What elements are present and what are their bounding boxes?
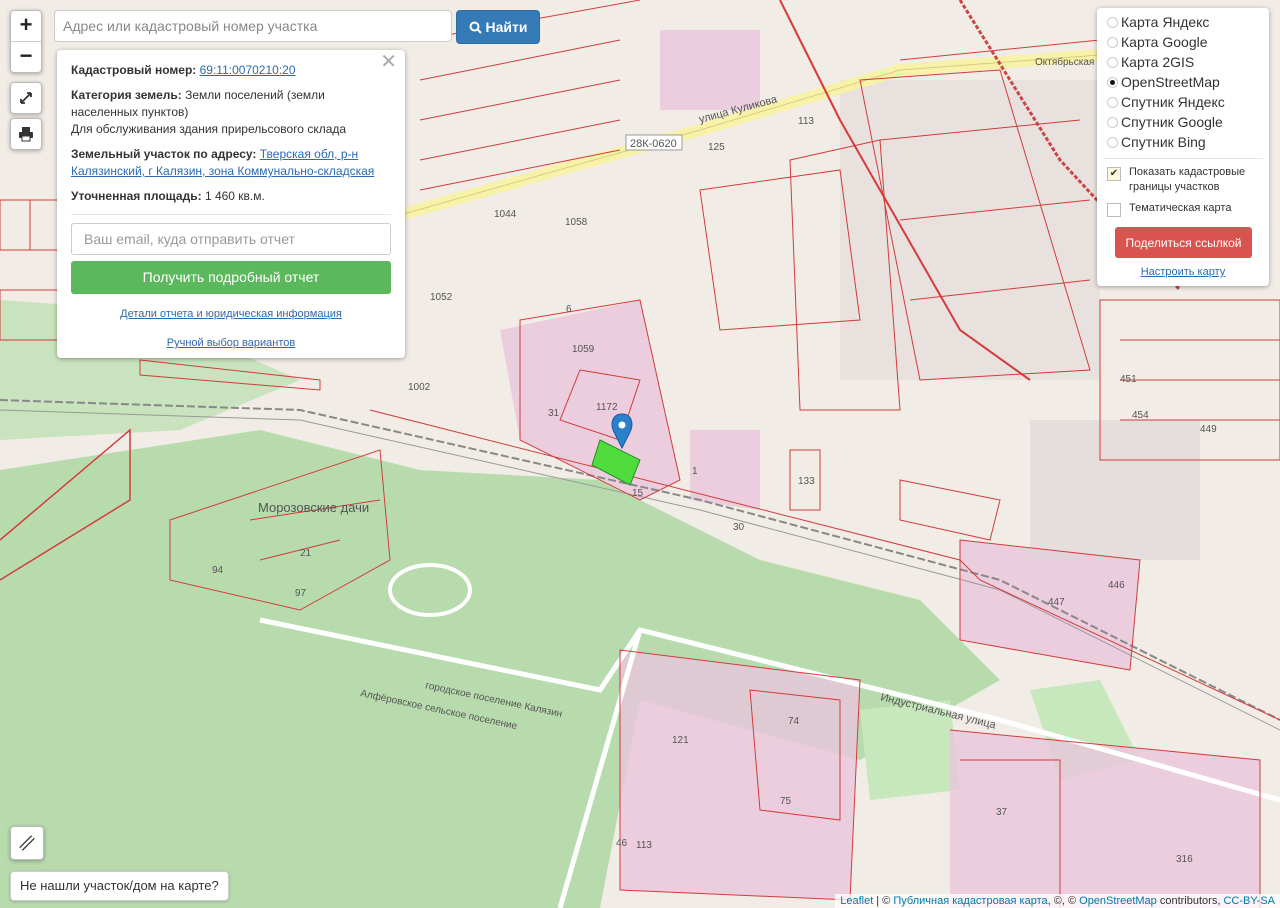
layer-option-yandex-sat[interactable]: Спутник Яндекс bbox=[1097, 92, 1269, 112]
layer-label: Спутник Яндекс bbox=[1121, 94, 1225, 110]
parcel-label: 97 bbox=[295, 588, 307, 599]
parcel-label: 1 bbox=[692, 466, 698, 477]
checkbox-icon bbox=[1107, 203, 1121, 217]
ruler-icon bbox=[19, 835, 35, 851]
expand-icon bbox=[20, 92, 32, 104]
configure-map-link[interactable]: Настроить карту bbox=[1097, 266, 1269, 278]
not-found-button[interactable]: Не нашли участок/дом на карте? bbox=[10, 871, 229, 901]
get-report-button[interactable]: Получить подробный отчет bbox=[71, 261, 391, 294]
layer-label: OpenStreetMap bbox=[1121, 74, 1220, 90]
category-label: Категория земель: bbox=[71, 88, 182, 102]
checkmark-icon: ✔ bbox=[1107, 167, 1121, 181]
cad-label: Кадастровый номер: bbox=[71, 63, 197, 77]
map-label-road: 28К-0620 bbox=[630, 138, 677, 150]
parcel-label: 316 bbox=[1176, 854, 1193, 865]
parcel-label: 446 bbox=[1108, 580, 1125, 591]
license-link[interactable]: CC-BY-SA bbox=[1223, 895, 1275, 907]
fullscreen-button[interactable] bbox=[10, 82, 42, 114]
zoom-control: + − bbox=[10, 10, 42, 73]
parcel-label: 1058 bbox=[565, 217, 588, 228]
zoom-out-button[interactable]: − bbox=[11, 41, 41, 72]
parcel-label: 1044 bbox=[494, 209, 517, 220]
attribution: Leaflet | © Публичная кадастровая карта,… bbox=[835, 894, 1280, 908]
leaflet-link[interactable]: Leaflet bbox=[840, 895, 873, 907]
parcel-label: 94 bbox=[212, 565, 224, 576]
email-input[interactable] bbox=[71, 223, 391, 255]
close-icon[interactable]: ✕ bbox=[380, 52, 397, 72]
radio-selected-icon bbox=[1107, 76, 1118, 88]
layer-label: Спутник Google bbox=[1121, 114, 1223, 130]
parcel-label: 30 bbox=[733, 522, 745, 533]
radio-icon bbox=[1107, 36, 1118, 48]
parcel-label: 1059 bbox=[572, 344, 595, 355]
parcel-label: 133 bbox=[798, 476, 815, 487]
attr-text: , ©, © bbox=[1047, 895, 1080, 907]
parcel-label: 447 bbox=[1048, 597, 1065, 608]
parcel-label: 15 bbox=[632, 488, 644, 499]
layer-label: Карта Яндекс bbox=[1121, 14, 1210, 30]
layer-label: Спутник Bing bbox=[1121, 134, 1206, 150]
print-button[interactable] bbox=[10, 118, 42, 150]
search-button-label: Найти bbox=[485, 19, 528, 35]
attr-text: | © bbox=[873, 895, 894, 907]
radio-icon bbox=[1107, 116, 1118, 128]
layer-option-yandex-map[interactable]: Карта Яндекс bbox=[1097, 12, 1269, 32]
search-icon bbox=[469, 21, 482, 34]
parcel-label: 37 bbox=[996, 807, 1008, 818]
layer-option-2gis[interactable]: Карта 2GIS bbox=[1097, 52, 1269, 72]
attr-text: contributors, bbox=[1156, 895, 1224, 907]
search-input[interactable] bbox=[54, 10, 452, 42]
zoom-in-button[interactable]: + bbox=[11, 11, 41, 41]
report-details-link[interactable]: Детали отчета и юридическая информация bbox=[120, 308, 342, 320]
parcel-label: 113 bbox=[798, 116, 814, 127]
parcel-label: 454 bbox=[1132, 410, 1149, 421]
map-label-street: Октябрьская bbox=[1035, 56, 1094, 68]
layer-option-bing-sat[interactable]: Спутник Bing bbox=[1097, 132, 1269, 152]
parcel-label: 21 bbox=[300, 548, 312, 559]
parcel-label: 451 bbox=[1120, 374, 1137, 385]
parcel-label: 46 bbox=[616, 838, 628, 849]
layer-label: Карта Google bbox=[1121, 34, 1208, 50]
printer-icon bbox=[19, 127, 33, 142]
area-value: 1 460 кв.м. bbox=[204, 189, 265, 203]
radio-icon bbox=[1107, 16, 1118, 28]
show-borders-label: Показать кадастровые границы участков bbox=[1129, 166, 1246, 193]
show-borders-checkbox[interactable]: ✔ Показать кадастровые границы участков bbox=[1097, 165, 1269, 195]
parcel-label: 449 bbox=[1200, 424, 1217, 435]
measure-button[interactable] bbox=[10, 826, 44, 860]
layer-option-osm[interactable]: OpenStreetMap bbox=[1097, 72, 1269, 92]
address-label: Земельный участок по адресу: bbox=[71, 147, 257, 161]
manual-selection-link[interactable]: Ручной выбор вариантов bbox=[167, 337, 295, 349]
parcel-label: 1052 bbox=[430, 292, 453, 303]
permitted-use: Для обслуживания здания прирельсового ск… bbox=[71, 122, 347, 136]
radio-icon bbox=[1107, 136, 1118, 148]
thematic-map-checkbox[interactable]: Тематическая карта bbox=[1097, 201, 1269, 217]
parcel-label: 31 bbox=[548, 408, 560, 419]
parcel-label: 75 bbox=[780, 796, 792, 807]
layer-switcher: Карта Яндекс Карта Google Карта 2GIS Ope… bbox=[1097, 8, 1269, 286]
parcel-label: 121 bbox=[672, 735, 689, 746]
layer-option-google-map[interactable]: Карта Google bbox=[1097, 32, 1269, 52]
share-link-button[interactable]: Поделиться ссылкой bbox=[1115, 227, 1252, 258]
radio-icon bbox=[1107, 96, 1118, 108]
layer-label: Карта 2GIS bbox=[1121, 54, 1195, 70]
parcel-label: 1002 bbox=[408, 382, 431, 393]
search-button[interactable]: Найти bbox=[456, 10, 540, 44]
parcel-label: 113 bbox=[636, 840, 652, 851]
radio-icon bbox=[1107, 56, 1118, 68]
osm-link[interactable]: OpenStreetMap bbox=[1079, 895, 1157, 907]
parcel-label: 125 bbox=[708, 142, 725, 153]
cad-number-link[interactable]: 69:11:0070210:20 bbox=[200, 63, 296, 77]
map-label-place: Морозовские дачи bbox=[258, 500, 369, 515]
parcel-label: 74 bbox=[788, 716, 800, 727]
area-label: Уточненная площадь: bbox=[71, 189, 202, 203]
thematic-label: Тематическая карта bbox=[1129, 202, 1232, 214]
parcel-label: 1172 bbox=[596, 402, 618, 413]
parcel-label: 6 bbox=[566, 304, 572, 315]
pkk-link[interactable]: Публичная кадастровая карта bbox=[893, 895, 1047, 907]
parcel-info-popup: ✕ Кадастровый номер: 69:11:0070210:20 Ка… bbox=[57, 50, 405, 358]
layer-option-google-sat[interactable]: Спутник Google bbox=[1097, 112, 1269, 132]
